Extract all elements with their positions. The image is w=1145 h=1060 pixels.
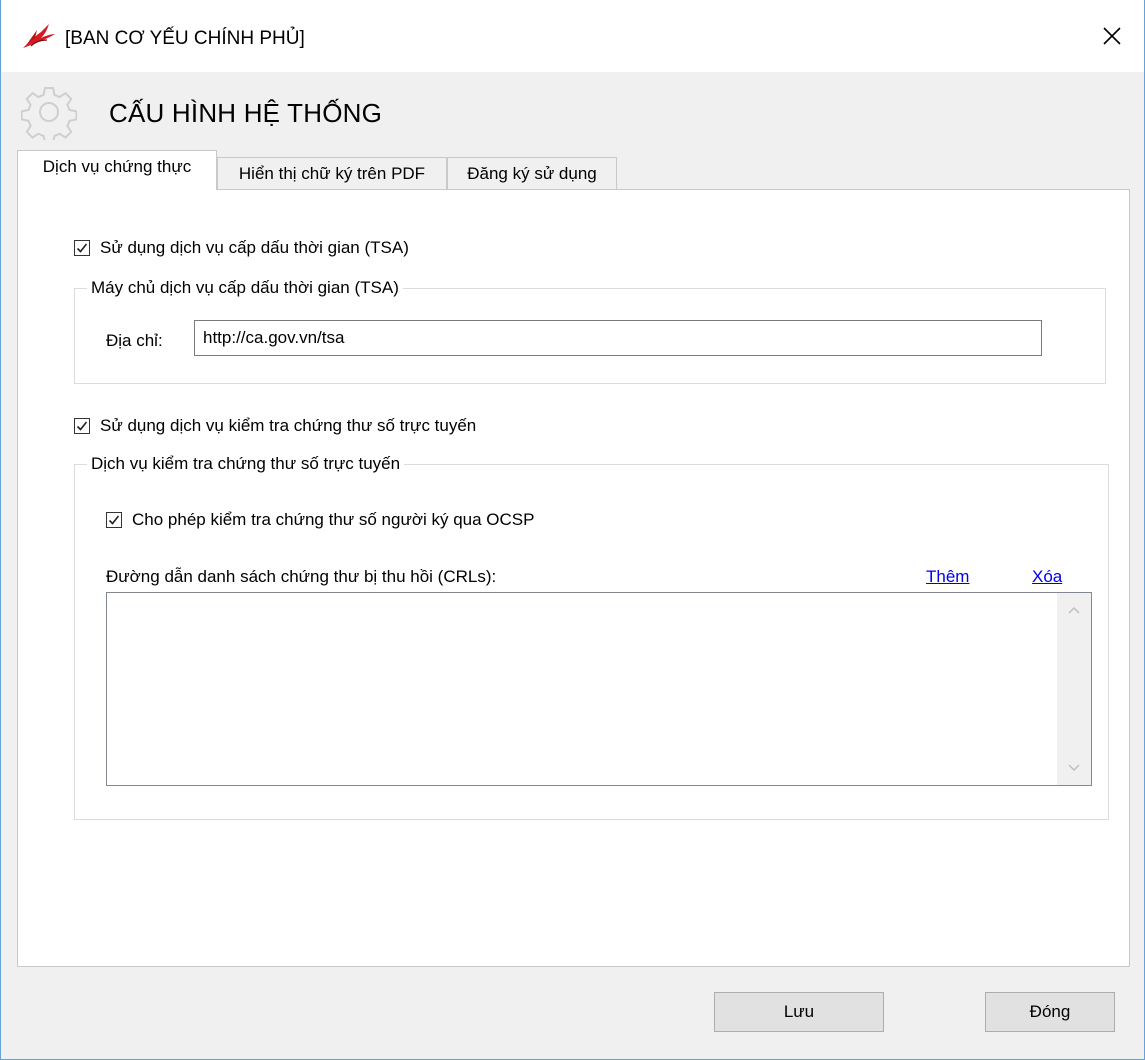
tsa-address-input[interactable] [194,320,1042,356]
chevron-down-icon [1068,764,1080,771]
crl-listbox[interactable] [106,592,1092,786]
tsa-checkbox-row[interactable]: Sử dụng dịch vụ cấp dấu thời gian (TSA) [74,238,409,258]
address-label: Địa chỉ: [106,331,163,350]
crl-label: Đường dẫn danh sách chứng thư bị thu hồi… [106,567,497,586]
header: CẤU HÌNH HỆ THỐNG [1,72,1144,160]
title-bar: [BAN CƠ YẾU CHÍNH PHỦ] [1,0,1144,72]
tab-authentication-service[interactable]: Dịch vụ chứng thực [17,150,217,190]
online-check-checkbox-row[interactable]: Sử dụng dịch vụ kiểm tra chứng thư số tr… [74,416,476,436]
checkmark-icon [76,421,88,431]
close-icon [1103,27,1121,45]
ocsp-checkbox-row[interactable]: Cho phép kiểm tra chứng thư số người ký … [106,510,534,530]
online-check-checkbox[interactable] [74,418,90,434]
config-dialog: [BAN CƠ YẾU CHÍNH PHỦ] CẤU HÌNH HỆ THỐNG… [0,0,1145,1060]
save-button[interactable]: Lưu [714,992,884,1032]
checkmark-icon [76,243,88,253]
scroll-up-button[interactable] [1057,593,1091,627]
tab-pdf-signature-display[interactable]: Hiển thị chữ ký trên PDF [217,157,447,190]
online-check-group-title: Dịch vụ kiểm tra chứng thư số trực tuyến [91,454,401,473]
delete-crl-link[interactable]: Xóa [1032,567,1062,587]
checkmark-icon [108,515,120,525]
close-window-button[interactable] [1080,0,1144,72]
crl-scrollbar[interactable] [1057,593,1091,785]
scroll-down-button[interactable] [1057,751,1091,785]
tab-panel: Sử dụng dịch vụ cấp dấu thời gian (TSA) … [17,189,1130,967]
tsa-group-title: Máy chủ dịch vụ cấp dấu thời gian (TSA) [91,278,399,297]
tsa-checkbox[interactable] [74,240,90,256]
online-check-checkbox-label: Sử dụng dịch vụ kiểm tra chứng thư số tr… [100,416,477,435]
ocsp-checkbox-label: Cho phép kiểm tra chứng thư số người ký … [132,510,535,529]
tsa-checkbox-label: Sử dụng dịch vụ cấp dấu thời gian (TSA) [100,238,409,257]
ocsp-checkbox[interactable] [106,512,122,528]
add-crl-link[interactable]: Thêm [926,567,969,587]
chevron-up-icon [1068,607,1080,614]
page-title: CẤU HÌNH HỆ THỐNG [109,98,383,128]
app-logo-icon [23,24,55,48]
close-button[interactable]: Đóng [985,992,1115,1032]
window-title: [BAN CƠ YẾU CHÍNH PHỦ] [65,28,305,49]
tab-registration[interactable]: Đăng ký sử dụng [447,157,617,190]
gear-icon [21,87,77,140]
